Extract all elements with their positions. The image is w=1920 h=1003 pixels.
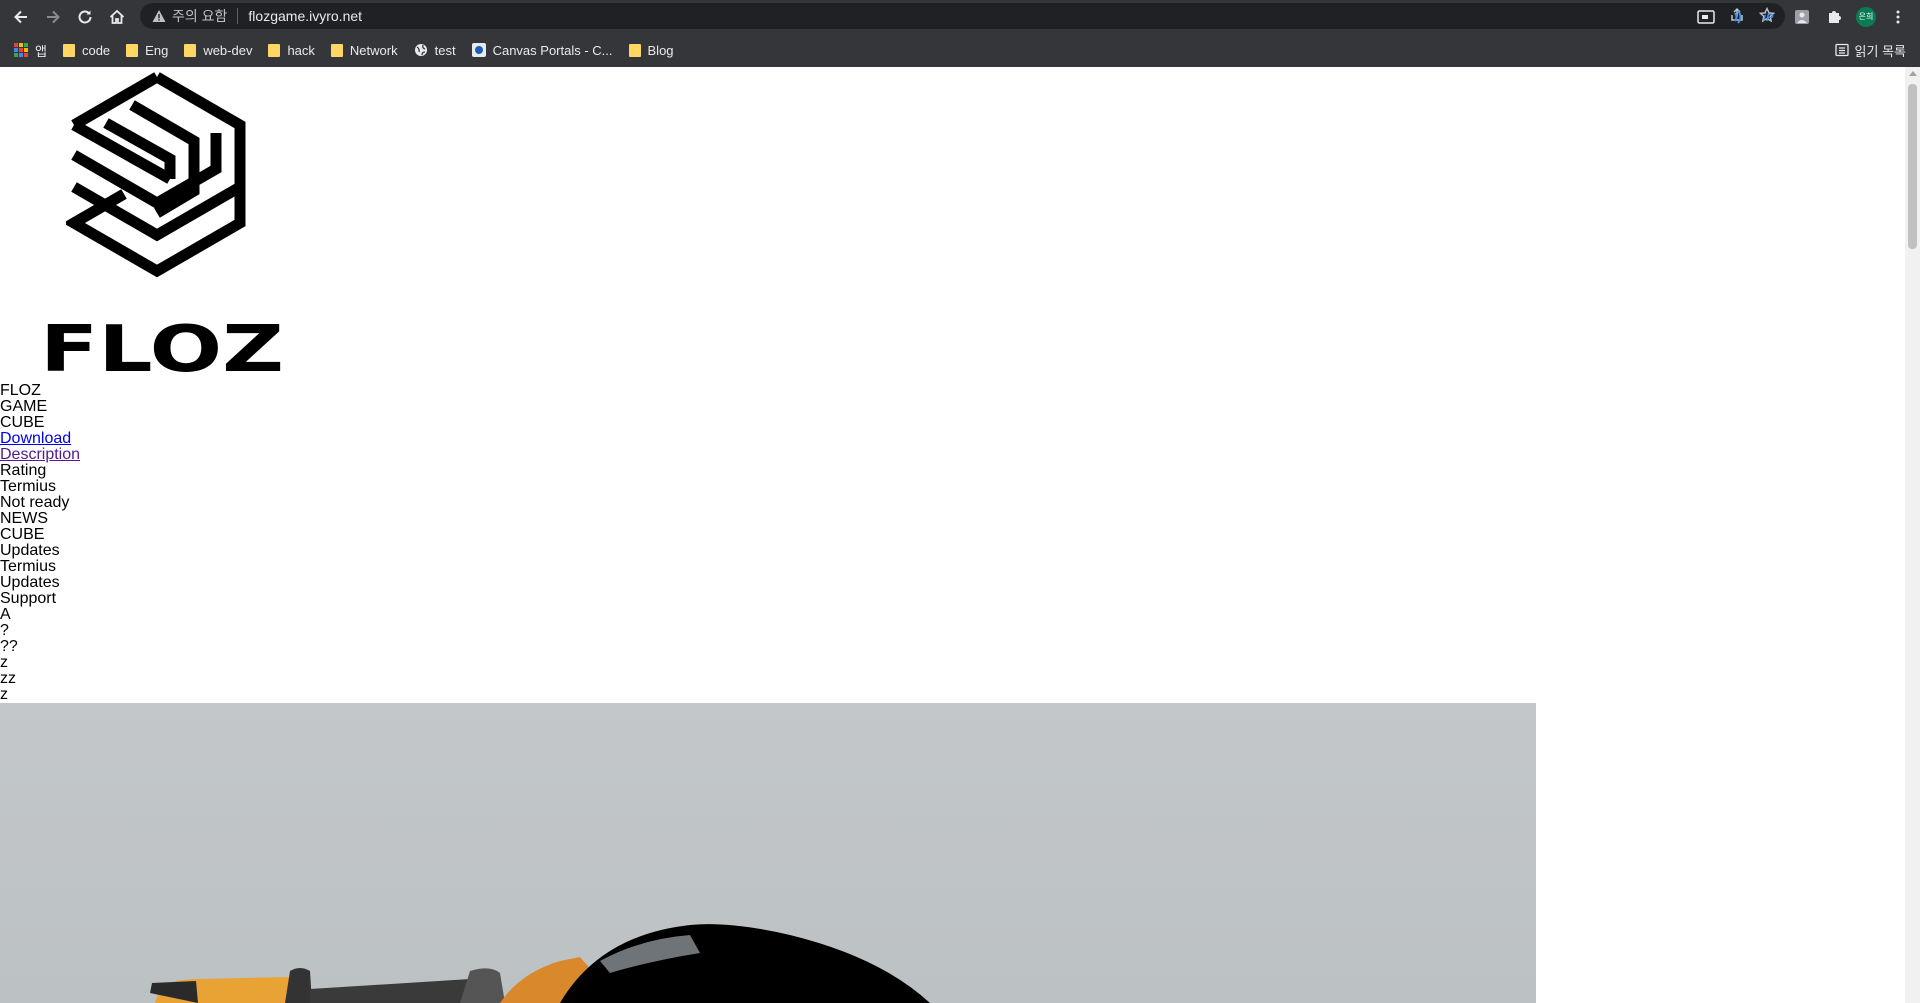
- bookmark-network[interactable]: Network: [323, 36, 406, 64]
- bookmark-label: code: [81, 42, 111, 58]
- globe-icon: [414, 44, 427, 56]
- bookmark-code[interactable]: code: [55, 36, 118, 64]
- list-item: ??: [0, 638, 18, 655]
- list-item: CUBE: [0, 414, 45, 431]
- bookmark-label: Network: [349, 42, 398, 58]
- race-car-illustration: [150, 924, 930, 1003]
- menu-button[interactable]: [1887, 6, 1909, 28]
- folder-icon: [330, 43, 343, 57]
- folder-icon: [628, 43, 641, 57]
- photo-extension[interactable]: [1791, 6, 1813, 28]
- reading-list-label: 읽기 목록: [1854, 43, 1906, 59]
- bookmark-apps[interactable]: 앱: [6, 36, 55, 64]
- svg-text:iP: iP: [1763, 12, 1774, 24]
- bookmark-eng[interactable]: Eng: [118, 36, 176, 64]
- reload-button[interactable]: [69, 2, 101, 32]
- list-item: FLOZ: [0, 382, 41, 399]
- bookmark-canvas-portals[interactable]: Canvas Portals - C...: [464, 36, 621, 64]
- apps-grid-icon: [14, 43, 28, 57]
- floz-wordmark-logo: FLOZ: [40, 319, 284, 379]
- bookmark-label: test: [434, 42, 456, 58]
- list-item: z: [0, 686, 8, 703]
- list-item: GAME: [0, 398, 48, 415]
- bookmark-blog[interactable]: Blog: [621, 36, 682, 64]
- puzzle-piece-icon: [1829, 10, 1841, 23]
- wordmark-text: FLOZ: [40, 319, 284, 379]
- list-item: Termius: [0, 478, 57, 495]
- extensions-button[interactable]: [1823, 6, 1845, 28]
- bookmarks-bar: 앱 code Eng web-dev hack Network test Can…: [0, 33, 1920, 67]
- security-warning[interactable]: 주의 요함: [152, 6, 227, 26]
- nav-text-list: FLOZ GAME CUBE Download Description Rati…: [0, 383, 80, 703]
- profile-label: 은희: [1858, 12, 1874, 21]
- folder-icon: [184, 43, 197, 57]
- back-button[interactable]: [5, 2, 37, 32]
- list-item: Support: [0, 590, 57, 607]
- forward-button[interactable]: [37, 2, 69, 32]
- floz-cube-logo: [66, 72, 246, 277]
- folder-icon: [126, 43, 139, 57]
- ip-extension[interactable]: iP: [1759, 6, 1781, 28]
- list-item: A: [0, 606, 11, 623]
- bookmark-label: Canvas Portals - C...: [492, 42, 613, 58]
- bookmark-hack[interactable]: hack: [260, 36, 322, 64]
- reload-icon: [78, 10, 92, 23]
- list-item: zz: [0, 670, 16, 687]
- photo-frame-icon: [1795, 9, 1809, 24]
- list-item: Termius: [0, 558, 57, 575]
- list-item: Not ready: [0, 494, 70, 511]
- hero-car-image: [0, 703, 1536, 1003]
- cast-icon: [1697, 9, 1715, 24]
- address-separator: [237, 8, 239, 24]
- download-link[interactable]: Download: [0, 430, 71, 447]
- security-warning-text: 주의 요함: [172, 8, 228, 24]
- kebab-menu-icon: [1896, 10, 1900, 23]
- address-bar[interactable]: 주의 요함 flozgame.ivyro.net: [140, 3, 1785, 29]
- audio-extension[interactable]: [1727, 6, 1749, 28]
- bookmark-label: Eng: [145, 42, 169, 58]
- cast-extension[interactable]: [1695, 6, 1717, 28]
- list-item: Updates: [0, 542, 60, 559]
- list-item: ?: [0, 622, 9, 639]
- list-item: CUBE: [0, 526, 45, 543]
- url-text[interactable]: flozgame.ivyro.net: [248, 8, 362, 24]
- reading-list-icon: [1834, 43, 1849, 57]
- list-item: Description: [0, 447, 80, 463]
- bookmark-test[interactable]: test: [406, 36, 464, 64]
- ip-badge-icon: iP: [1763, 12, 1774, 24]
- sound-waves-icon: [1734, 9, 1742, 24]
- canvas-icon: [471, 43, 486, 57]
- description-link[interactable]: Description: [0, 446, 80, 463]
- list-item: Updates: [0, 574, 60, 591]
- arrow-right-icon: [47, 10, 60, 23]
- bookmark-label: web-dev: [203, 42, 253, 58]
- warning-triangle-icon: [152, 10, 166, 22]
- list-item: Rating: [0, 462, 47, 479]
- bookmark-label: hack: [287, 42, 315, 58]
- browser-toolbar: 주의 요함 flozgame.ivyro.net iP 은희: [0, 0, 1920, 33]
- bookmark-label: Blog: [647, 42, 674, 58]
- scroll-up-arrow-icon[interactable]: [1909, 71, 1917, 76]
- profile-avatar[interactable]: 은희: [1855, 6, 1877, 28]
- list-item: Download: [0, 431, 80, 447]
- extensions-area: iP 은희: [1695, 0, 1909, 33]
- bookmark-web-dev[interactable]: web-dev: [176, 36, 260, 64]
- arrow-left-icon: [14, 10, 27, 23]
- home-icon: [109, 9, 125, 24]
- page-scrollbar[interactable]: [1905, 67, 1920, 1003]
- list-item: NEWS: [0, 510, 48, 527]
- folder-icon: [268, 43, 281, 57]
- reading-list-button[interactable]: 읽기 목록: [1834, 33, 1906, 67]
- list-item: z: [0, 654, 8, 671]
- page-viewport: FLOZ FLOZ GAME CUBE Download Description…: [0, 67, 1905, 1003]
- home-button[interactable]: [101, 2, 133, 32]
- folder-icon: [62, 43, 75, 57]
- bookmark-label: 앱: [35, 43, 47, 59]
- scrollbar-thumb[interactable]: [1908, 84, 1917, 249]
